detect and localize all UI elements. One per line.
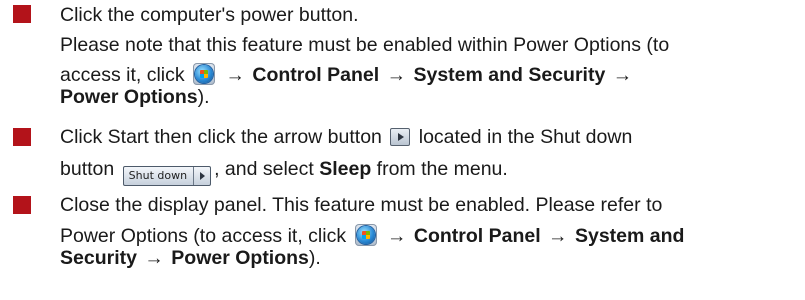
shutdown-button-label: Shut down — [128, 169, 188, 182]
control-panel-label: Control Panel — [413, 225, 541, 247]
item2-text-5: from the menu. — [376, 158, 508, 180]
item1-line1: Click the computer's power button. — [60, 0, 359, 30]
windows-start-orb-icon — [354, 224, 377, 246]
item3-line1: Close the display panel. This feature mu… — [60, 190, 662, 220]
item2-text-4: , and select — [214, 158, 314, 180]
arrow-symbol: → — [386, 64, 407, 86]
shutdown-arrow-icon — [390, 128, 411, 146]
power-options-label: Power Options — [171, 247, 309, 269]
control-panel-label: Control Panel — [252, 64, 380, 86]
sleep-label: Sleep — [319, 158, 372, 180]
system-security-label: System and Security — [413, 64, 606, 86]
item1-text-4: ). — [197, 86, 210, 108]
arrow-symbol: → — [225, 64, 245, 86]
chevron-right-icon — [194, 167, 210, 185]
arrow-symbol: → — [386, 225, 407, 247]
item3-line3: Security → Power Options). — [60, 243, 321, 273]
item2-text-3: button — [60, 158, 115, 180]
arrow-symbol: → — [144, 247, 164, 269]
security-label: Security — [60, 247, 137, 269]
bullet-square-icon — [13, 196, 31, 214]
item2-line2: button Shut down , and select Sleep from … — [60, 154, 508, 186]
item1-text-1: Click the computer's power button. — [60, 4, 359, 26]
item3-text-3: ). — [308, 247, 321, 269]
item1-line2: Please note that this feature must be en… — [60, 30, 669, 60]
item1-line4: Power Options). — [60, 82, 210, 112]
shutdown-button-image: Shut down — [122, 166, 212, 186]
bullet-square-icon — [13, 5, 31, 23]
arrow-symbol: → — [612, 64, 633, 86]
item1-text-2: Please note that this feature must be en… — [60, 34, 670, 56]
bullet-square-icon — [13, 128, 31, 146]
system-and-label: System and — [574, 225, 685, 247]
item2-text-2: located in the Shut down — [418, 126, 633, 148]
instruction-document: Click the computer's power button. Pleas… — [0, 0, 805, 300]
arrow-symbol: → — [548, 225, 568, 247]
power-options-label: Power Options — [60, 86, 198, 108]
item2-text-1: Click Start then click the arrow button — [60, 126, 382, 148]
item3-text-1: Close the display panel. This feature mu… — [60, 194, 663, 216]
item2-line1: Click Start then click the arrow button … — [60, 122, 632, 152]
